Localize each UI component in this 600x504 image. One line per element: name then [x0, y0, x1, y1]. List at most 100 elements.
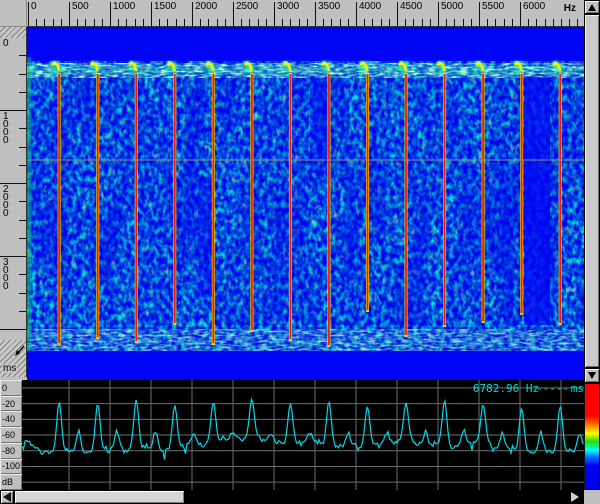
freq-tick-label: 5000: [441, 2, 463, 12]
db-label-box: 0: [0, 380, 22, 396]
down-arrow-icon: [588, 372, 596, 379]
freq-tick-minor: [364, 19, 365, 27]
freq-tick-minor: [135, 19, 136, 27]
streak-hook-dot: [283, 61, 287, 65]
freq-tick-minor: [577, 19, 578, 27]
time-tick-minor: [19, 274, 27, 275]
time-tick-label: 1000: [3, 113, 9, 145]
scroll-up-button[interactable]: [584, 0, 600, 14]
freq-tick-minor: [200, 19, 201, 27]
freq-tick-minor: [307, 19, 308, 27]
spectrum-panel: 0-20-40-60-80-100dB 6782.96 Hz ----- ms: [0, 380, 584, 490]
freq-tick-major: [192, 2, 193, 27]
up-arrow-icon: [588, 4, 596, 11]
time-tick-minor: [19, 238, 27, 239]
db-label-box: -80: [0, 443, 22, 459]
freq-tick-minor: [553, 19, 554, 27]
freq-tick-minor: [340, 19, 341, 27]
onset-band: [27, 63, 584, 78]
db-axis: 0-20-40-60-80-100dB: [0, 380, 22, 490]
freq-tick-minor: [249, 19, 250, 27]
time-tick-minor: [19, 311, 27, 312]
ruler-hatch-top: [0, 27, 27, 38]
freq-tick-minor: [184, 19, 185, 27]
spectrum-plot[interactable]: 6782.96 Hz ----- ms: [22, 380, 584, 490]
scroll-down-button[interactable]: [584, 368, 600, 383]
freq-tick-major: [233, 2, 234, 27]
time-tick-label: 3000: [3, 259, 9, 291]
freq-unit-label: Hz: [564, 3, 576, 14]
freq-tick-minor: [44, 19, 45, 27]
freq-tick-minor: [102, 19, 103, 27]
cursor-time-readout: ----- ms: [536, 382, 584, 395]
freq-tick-minor: [323, 19, 324, 27]
freq-tick-minor: [381, 19, 382, 27]
db-label-box: -20: [0, 396, 22, 412]
streak-hook-dot: [553, 61, 557, 65]
time-tick-minor: [19, 55, 27, 56]
freq-tick-minor: [225, 19, 226, 27]
quiet-region: [524, 73, 550, 325]
freq-tick-major: [356, 2, 357, 27]
freq-tick-label: 5500: [482, 2, 504, 12]
spectrum-canvas[interactable]: [22, 380, 584, 490]
time-tick-minor: [19, 220, 27, 221]
scroll-left-button[interactable]: [0, 490, 14, 504]
freq-tick-minor: [569, 19, 570, 27]
freq-tick-minor: [167, 19, 168, 27]
freq-tick-label: 3500: [318, 2, 340, 12]
streak-hook-dot: [360, 61, 364, 65]
freq-tick-minor: [495, 19, 496, 27]
freq-tick-minor: [208, 19, 209, 27]
time-unit-box: ms: [0, 340, 27, 377]
freq-tick-minor: [53, 19, 54, 27]
streak-hook-dot: [515, 61, 519, 65]
time-tick-label: 2000: [3, 186, 9, 218]
streak-hook-dot: [245, 61, 249, 65]
freq-tick-minor: [536, 19, 537, 27]
horizontal-scrollbar-thumb[interactable]: [14, 490, 185, 504]
freq-tick-minor: [413, 19, 414, 27]
freq-tick-minor: [258, 19, 259, 27]
streak-hook-dot: [322, 61, 326, 65]
spectrum-grid: [22, 380, 584, 490]
freq-tick-label: 1000: [113, 2, 135, 12]
vertical-scrollbar-thumb[interactable]: [584, 14, 600, 368]
horizontal-scrollbar[interactable]: [0, 490, 600, 504]
freq-tick-minor: [299, 19, 300, 27]
freq-tick-minor: [487, 19, 488, 27]
time-tick-minor: [19, 165, 27, 166]
spectrogram-view[interactable]: [27, 27, 584, 380]
vertical-scrollbar[interactable]: [584, 0, 600, 383]
cursor-time-unit: ms: [571, 382, 584, 395]
time-ruler: 0 1000 2000 3000 ms: [0, 27, 27, 377]
time-tick-minor: [19, 74, 27, 75]
right-arrow-icon: [571, 492, 579, 502]
db-label-box: dB: [0, 474, 22, 490]
freq-tick-minor: [561, 19, 562, 27]
ruler-corner: [0, 0, 27, 27]
time-tick-minor: [19, 293, 27, 294]
freq-tick-minor: [118, 19, 119, 27]
frequency-ruler: 0500100015002000250030003500400045005000…: [27, 0, 584, 27]
time-tick-minor: [19, 147, 27, 148]
freq-tick-major: [274, 2, 275, 27]
db-label-box: -60: [0, 427, 22, 443]
freq-tick-major: [397, 2, 398, 27]
freq-tick-minor: [545, 19, 546, 27]
streak-hook-dot: [438, 61, 442, 65]
freq-tick-minor: [290, 19, 291, 27]
freq-tick-minor: [504, 19, 505, 27]
freq-tick-major: [110, 2, 111, 27]
freq-tick-minor: [266, 19, 267, 27]
freq-tick-label: 1500: [154, 2, 176, 12]
intensity-colorbar: [584, 383, 600, 490]
left-edge-artifact: [27, 57, 31, 349]
spectrogram-canvas[interactable]: [27, 27, 584, 380]
freq-tick-minor: [217, 19, 218, 27]
freq-tick-label: 4000: [359, 2, 381, 12]
time-tick-minor: [19, 128, 27, 129]
freq-tick-minor: [85, 19, 86, 27]
scroll-right-button[interactable]: [566, 490, 584, 504]
time-tick-label: 0: [3, 40, 9, 48]
